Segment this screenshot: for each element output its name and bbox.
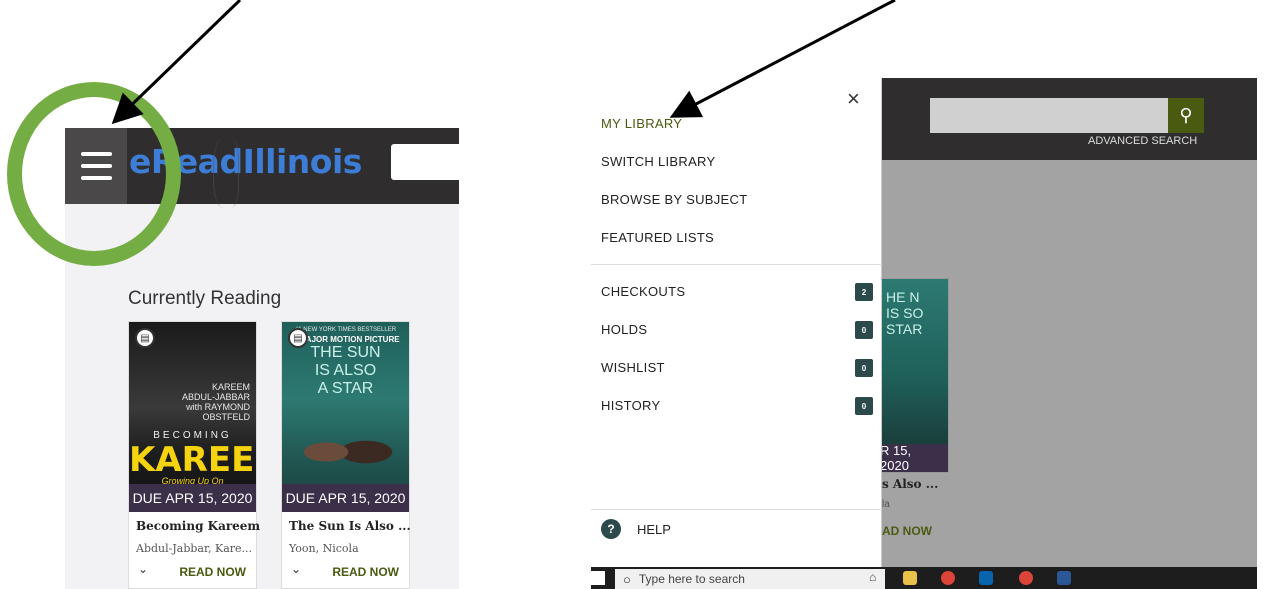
navigation-drawer: × MY LIBRARY SWITCH LIBRARY BROWSE BY SU… [591,78,882,567]
book-title: s Also ... [882,477,939,491]
due-date-bar: DUE APR 15, 2020 [129,484,256,512]
cover-title: KAREEM [129,440,256,480]
open-book-icon: ▤ [288,328,308,348]
menu-bar [80,164,112,168]
logo-text: eReadIllinois [129,142,362,181]
menu-item-history[interactable]: HISTORY [601,398,660,413]
cover-author: KAREEM ABDUL-JABBAR with RAYMOND OBSTFEL… [181,382,250,422]
word-icon[interactable] [1057,571,1071,585]
stage: eReadIllinois Currently Reading KAREEM A… [0,0,1264,589]
arrow-to-menu [111,0,242,125]
chevron-down-icon[interactable]: ⌄ [138,562,148,576]
help-link[interactable]: HELP [637,522,671,537]
chrome-icon[interactable] [1019,571,1033,585]
due-date-bar: R 15, 2020 [880,443,948,473]
menu-bar [80,152,112,156]
taskbar-search-placeholder: Type here to search [638,572,745,586]
menu-item-holds[interactable]: HOLDS [601,322,647,337]
illinois-map-outline [213,138,239,208]
menu-item-wishlist[interactable]: WISHLIST [601,360,665,375]
menu-divider [591,509,882,510]
chevron-down-icon[interactable]: ⌄ [291,562,301,576]
menu-bar [80,176,112,180]
wishlist-count-badge: 0 [855,359,873,377]
search-input[interactable] [391,144,459,180]
search-input[interactable] [930,98,1168,133]
file-explorer-icon[interactable] [903,571,917,585]
hamburger-menu-icon[interactable] [65,128,127,204]
chrome-icon[interactable] [941,571,955,585]
read-now-button[interactable]: READ NOW [179,565,246,579]
search-icon: ○ [623,571,631,587]
right-app-screenshot: ⚲ ADVANCED SEARCH HE N IS SO STAR R 15, … [591,78,1257,589]
left-app-screenshot: eReadIllinois Currently Reading KAREEM A… [65,128,459,589]
history-count-badge: 0 [855,397,873,415]
checkouts-count-badge: 2 [855,283,873,301]
read-now-button: AD NOW [882,524,932,538]
menu-item-browse-by-subject[interactable]: BROWSE BY SUBJECT [601,192,747,207]
cover-illustration [296,422,396,482]
windows-start-icon[interactable] [591,571,605,585]
search-icon[interactable]: ⚲ [1168,98,1204,133]
book-card[interactable]: #1 NEW YORK TIMES BESTSELLER A MAJOR MOT… [281,321,411,589]
book-cover: HE N IS SO STAR [880,279,948,444]
book-cover[interactable]: #1 NEW YORK TIMES BESTSELLER A MAJOR MOT… [282,322,409,512]
read-now-button[interactable]: READ NOW [332,565,399,579]
menu-item-checkouts[interactable]: CHECKOUTS [601,284,685,299]
due-date-bar: DUE APR 15, 2020 [282,484,409,512]
menu-item-featured-lists[interactable]: FEATURED LISTS [601,230,714,245]
outlook-icon[interactable] [979,571,993,585]
book-cover[interactable]: KAREEM ABDUL-JABBAR with RAYMOND OBSTFEL… [129,322,256,512]
menu-divider [591,264,882,265]
windows-taskbar: ○ Type here to search ⌂ [591,567,1257,589]
background-book-card: HE N IS SO STAR R 15, 2020 s Also ... la… [879,278,949,538]
book-author[interactable]: Abdul-Jabbar, Kare... [136,542,252,555]
microphone-icon[interactable]: ⌂ [869,570,876,584]
book-author[interactable]: Yoon, Nicola [289,542,359,555]
menu-item-switch-library[interactable]: SWITCH LIBRARY [601,154,715,169]
menu-item-my-library[interactable]: MY LIBRARY [601,116,682,131]
question-mark-icon[interactable]: ? [601,519,621,539]
book-title[interactable]: The Sun Is Also ... [289,519,411,533]
book-card[interactable]: KAREEM ABDUL-JABBAR with RAYMOND OBSTFEL… [128,321,260,589]
book-author: la [882,499,890,510]
app-header: eReadIllinois [65,128,459,208]
open-book-icon: ▤ [135,328,155,348]
book-title[interactable]: Becoming Kareem [136,519,260,533]
holds-count-badge: 0 [855,321,873,339]
cover-title: THE SUN IS ALSO A STAR [310,344,381,397]
taskbar-search-input[interactable]: ○ Type here to search [615,569,885,589]
advanced-search-link[interactable]: ADVANCED SEARCH [1088,135,1197,147]
ereadillinois-logo[interactable]: eReadIllinois [129,138,362,208]
cover-title: HE N IS SO STAR [886,289,924,337]
close-icon[interactable]: × [847,86,860,112]
section-title: Currently Reading [128,288,282,309]
